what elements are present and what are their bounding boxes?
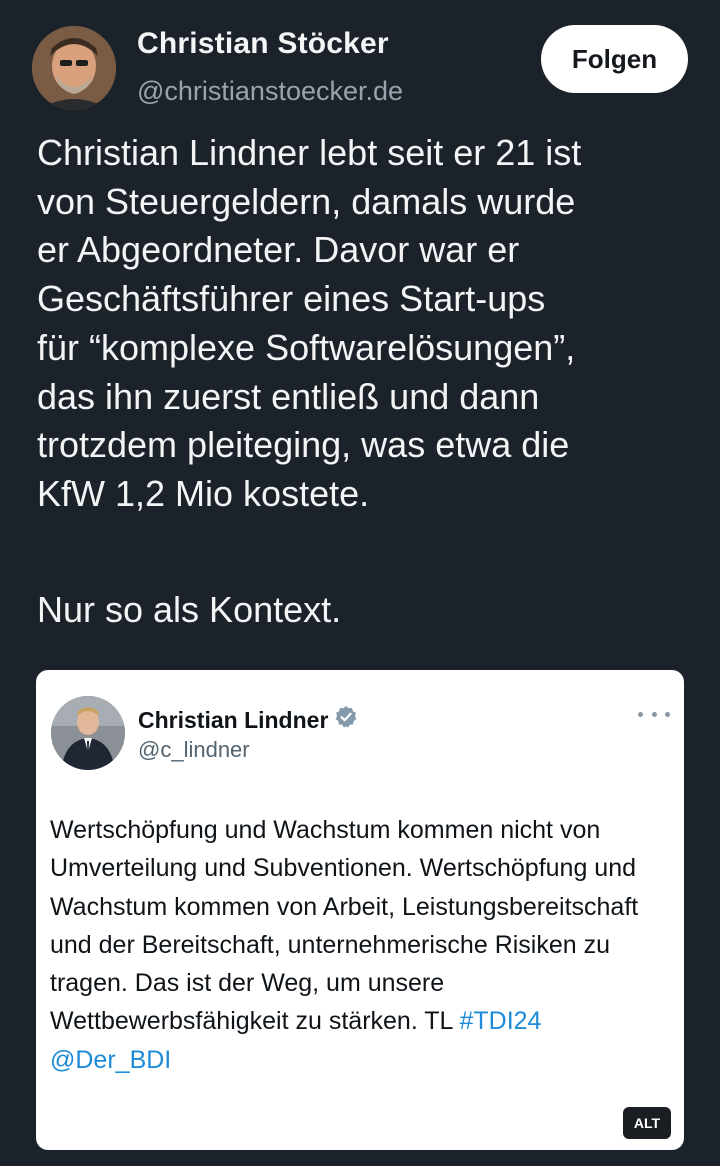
- alt-text-badge[interactable]: ALT: [623, 1107, 671, 1139]
- author-avatar[interactable]: [32, 26, 116, 110]
- post-text: Christian Lindner lebt seit er 21 ist vo…: [37, 132, 582, 514]
- author-handle[interactable]: @christianstoecker.de: [137, 76, 403, 107]
- quoted-post-body: Wertschöpfung und Wachstum kommen nicht …: [50, 816, 639, 1036]
- post-text-context: Nur so als Kontext.: [37, 589, 342, 630]
- quoted-author-avatar[interactable]: [51, 696, 125, 770]
- more-options-icon[interactable]: [638, 704, 670, 724]
- post-header: Christian Stöcker @christianstoecker.de …: [0, 0, 720, 120]
- quoted-author-name-row[interactable]: Christian Lindner: [138, 705, 358, 735]
- author-display-name[interactable]: Christian Stöcker: [137, 27, 389, 61]
- hashtag-link[interactable]: #TDI24: [459, 1007, 541, 1035]
- mention-link[interactable]: @Der_BDI: [50, 1046, 171, 1074]
- verified-badge-icon: [334, 705, 358, 735]
- quoted-author-handle[interactable]: @c_lindner: [138, 737, 250, 763]
- quoted-post-card[interactable]: Christian Lindner @c_lindner Wertschöpfu…: [36, 670, 684, 1150]
- quoted-author-display-name[interactable]: Christian Lindner: [138, 707, 328, 734]
- quoted-post-text: Wertschöpfung und Wachstum kommen nicht …: [50, 811, 670, 1079]
- follow-button[interactable]: Folgen: [541, 25, 688, 93]
